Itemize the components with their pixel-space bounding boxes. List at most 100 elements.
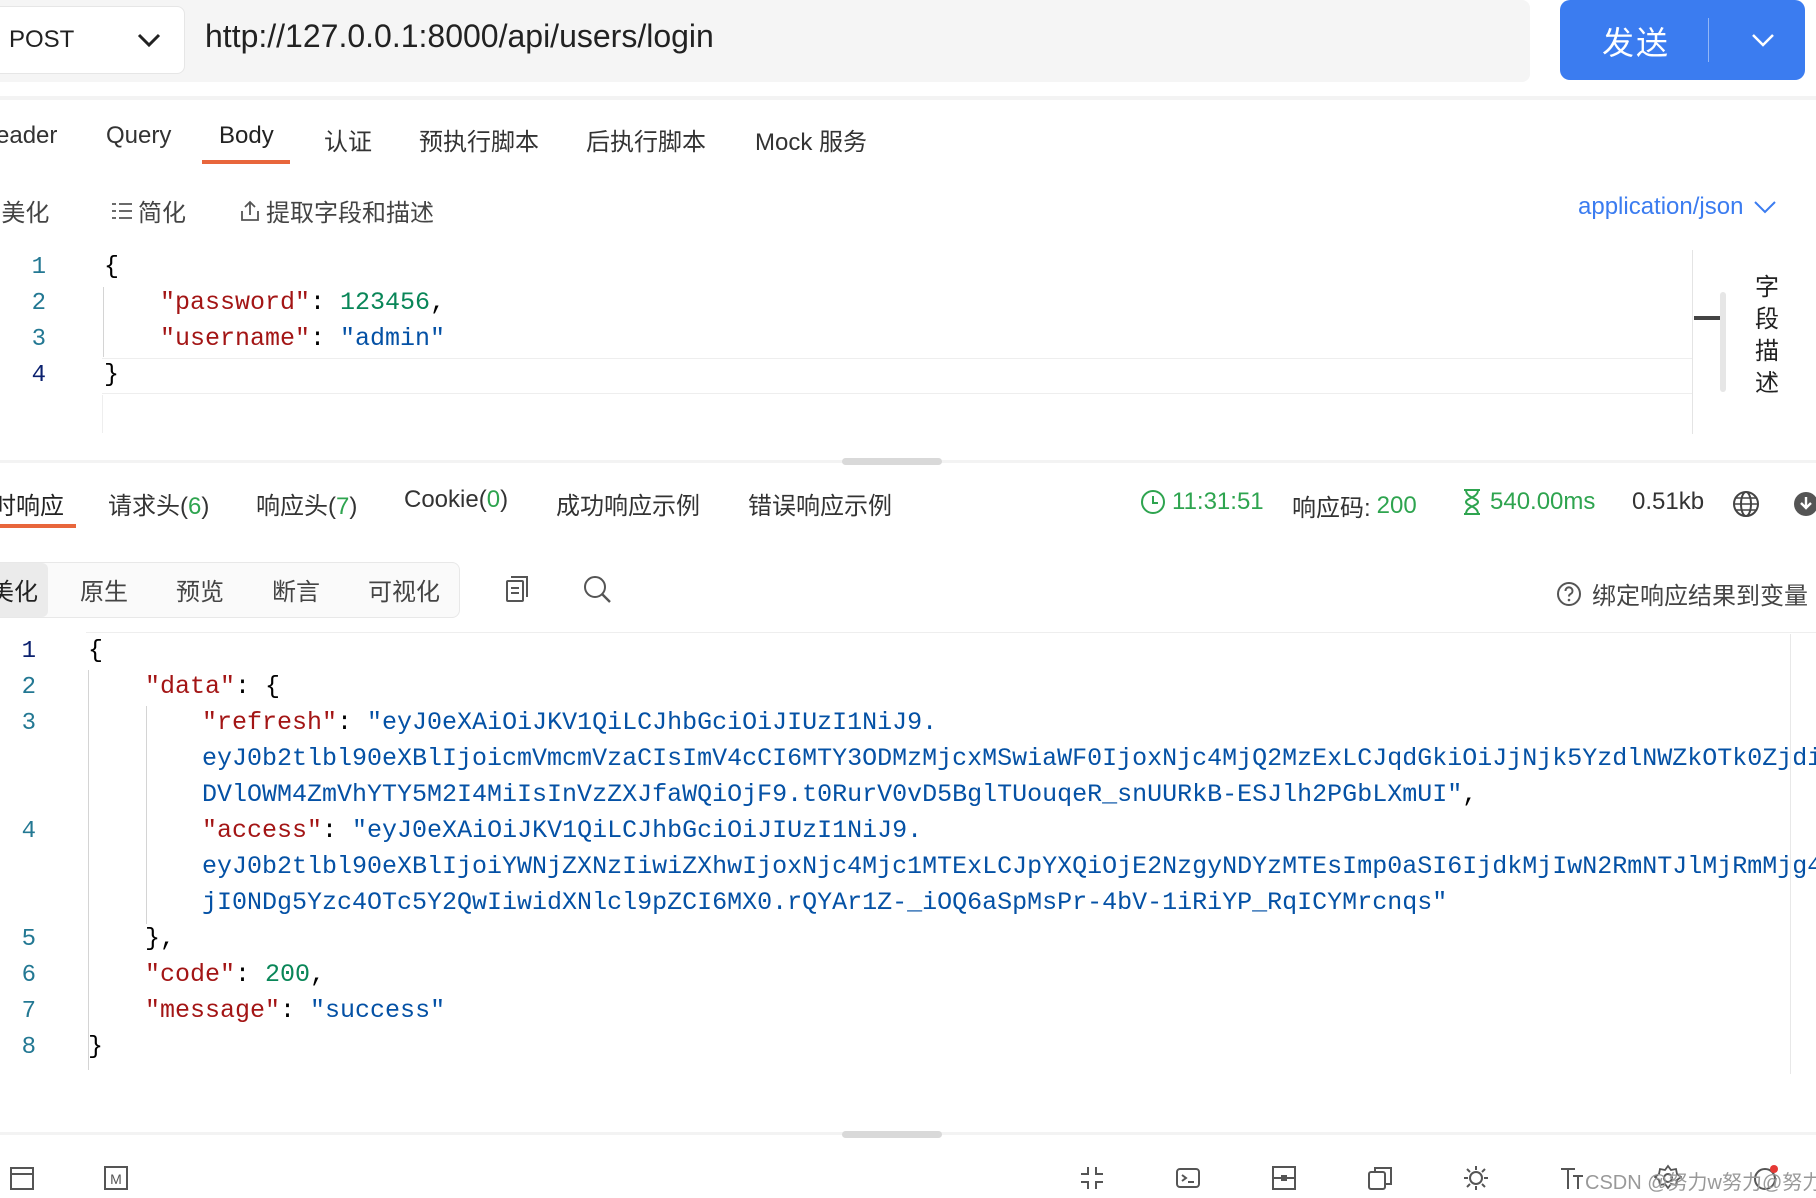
line-number: 6	[21, 962, 36, 989]
current-line-highlight	[102, 358, 1692, 394]
json-brace: }	[88, 1032, 104, 1061]
markdown-icon[interactable]: M	[102, 1164, 130, 1192]
field-description-panel-toggle[interactable]: 字 段 描 述	[1752, 272, 1782, 400]
line-number: 3	[31, 326, 46, 353]
tab-header[interactable]: eader	[0, 122, 57, 150]
json-brace: {	[88, 636, 104, 665]
divider	[0, 96, 1816, 100]
json-string: "admin"	[340, 324, 446, 353]
response-size: 0.51kb	[1632, 488, 1705, 515]
globe-icon[interactable]	[1732, 490, 1760, 518]
font-size-icon[interactable]	[1558, 1164, 1586, 1192]
view-mode-assert[interactable]: 断言	[272, 572, 320, 607]
tab-pre-script[interactable]: 预执行脚本	[419, 122, 539, 157]
code-line[interactable]: "access": "eyJ0eXAiOiJKV1QiLCJhbGciOiJIU…	[202, 816, 922, 845]
count-badge: 6	[188, 493, 202, 520]
code-line[interactable]: }	[104, 360, 119, 389]
code-line-wrapped[interactable]: eyJ0b2tlbl90eXBlIjoicmVmcmVzaCIsImV4cCI6…	[202, 744, 1816, 773]
tab-error-example[interactable]: 错误响应示例	[748, 486, 892, 521]
view-mode-visualize[interactable]: 可视化	[368, 572, 440, 607]
view-mode-preview[interactable]: 预览	[176, 572, 224, 607]
simplify-button[interactable]: 简化	[110, 193, 186, 228]
tab-actual-response[interactable]: 时响应	[0, 486, 64, 521]
code-line[interactable]: "code": 200,	[145, 960, 325, 989]
status-label: 响应码:	[1292, 495, 1371, 522]
view-mode-beautify[interactable]: 美化	[0, 572, 38, 607]
content-type-label: application/json	[1578, 193, 1744, 220]
search-icon[interactable]	[582, 574, 612, 604]
editor-gutter-line	[102, 395, 103, 433]
minimap-indicator	[1694, 316, 1720, 320]
chevron-down-icon[interactable]	[1750, 32, 1776, 48]
view-mode-raw[interactable]: 原生	[80, 572, 128, 607]
response-time: 11:31:51	[1140, 488, 1264, 516]
code-line[interactable]: "message": "success"	[145, 996, 445, 1025]
url-input[interactable]: http://127.0.0.1:8000/api/users/login	[205, 18, 714, 55]
code-line[interactable]: {	[104, 252, 119, 281]
json-string: "eyJ0eXAiOiJKV1QiLCJhbGciOiJIUzI1NiJ9.	[367, 708, 938, 737]
code-line[interactable]: },	[145, 924, 175, 953]
bind-response-label: 绑定响应结果到变量	[1592, 583, 1808, 610]
tab-response-headers[interactable]: 响应头(7)	[256, 486, 357, 521]
code-line[interactable]: "password": 123456,	[160, 288, 445, 317]
line-number: 5	[21, 926, 36, 953]
line-number: 7	[21, 998, 36, 1025]
compress-icon[interactable]	[1078, 1164, 1106, 1192]
tab-auth[interactable]: 认证	[324, 122, 372, 157]
tab-post-script[interactable]: 后执行脚本	[586, 122, 706, 157]
json-string: DVlOWM4ZmVhYTY5M2I4MiIsInVzZXJfaWQiOjF9.…	[202, 780, 1463, 809]
panel-icon[interactable]	[8, 1164, 36, 1192]
line-number: 2	[21, 674, 36, 701]
extract-label: 提取字段和描述	[266, 200, 434, 227]
code-line-wrapped[interactable]: eyJ0b2tlbl90eXBlIjoiYWNjZXNzIiwiZXhwIjox…	[202, 852, 1816, 881]
beautify-button[interactable]: ⁄ 美化	[0, 193, 49, 228]
content-type-select[interactable]: application/json	[1578, 193, 1777, 221]
tab-label: 请求头(	[108, 493, 188, 520]
indent-guide	[88, 670, 89, 1070]
watermark: CSDN @努力w努力@努力	[1585, 1172, 1816, 1194]
tab-body[interactable]: Body	[219, 122, 274, 150]
line-number: 8	[21, 1034, 36, 1061]
code-line[interactable]: }	[88, 1032, 103, 1061]
minimap-border	[1692, 250, 1693, 434]
copy-window-icon[interactable]	[1366, 1164, 1394, 1192]
tab-request-headers[interactable]: 请求头(6)	[108, 486, 209, 521]
copy-icon[interactable]	[502, 574, 532, 604]
send-button[interactable]: 发送	[1560, 0, 1805, 80]
field-desc-char: 字	[1755, 274, 1779, 301]
line-number: 4	[31, 362, 46, 389]
json-string: "eyJ0eXAiOiJKV1QiLCJhbGciOiJIUzI1NiJ9.	[352, 816, 923, 845]
code-line[interactable]: "data": {	[145, 672, 280, 701]
code-line-wrapped[interactable]: DVlOWM4ZmVhYTY5M2I4MiIsInVzZXJfaWQiOjF9.…	[202, 780, 1477, 809]
clock-icon	[1141, 490, 1165, 514]
code-line[interactable]: {	[88, 636, 103, 665]
resize-handle[interactable]	[842, 1131, 942, 1138]
layout-icon[interactable]	[1270, 1164, 1298, 1192]
tab-cookie[interactable]: Cookie(0)	[404, 486, 508, 514]
method-select[interactable]: POST	[0, 6, 185, 74]
chevron-down-icon	[1754, 201, 1777, 214]
send-button-label: 发送	[1602, 25, 1671, 61]
terminal-icon[interactable]	[1174, 1164, 1202, 1192]
code-line[interactable]: "refresh": "eyJ0eXAiOiJKV1QiLCJhbGciOiJI…	[202, 708, 937, 737]
tab-mock-service[interactable]: Mock 服务	[755, 122, 867, 157]
field-desc-char: 段	[1755, 306, 1779, 333]
status-code-value: 200	[1376, 491, 1417, 519]
tab-success-example[interactable]: 成功响应示例	[556, 486, 700, 521]
sun-icon[interactable]	[1462, 1164, 1490, 1192]
tab-query[interactable]: Query	[106, 122, 171, 150]
code-line-wrapped[interactable]: jI0NDg5Yzc4OTc5Y2QwIiwidXNlcl9pZCI6MX0.r…	[202, 888, 1447, 917]
json-brace: {	[104, 252, 120, 281]
bind-response-to-variable[interactable]: 绑定响应结果到变量	[1556, 576, 1808, 611]
status-code: 响应码: 200	[1292, 488, 1417, 523]
extract-fields-button[interactable]: 提取字段和描述	[238, 193, 434, 228]
code-line[interactable]: "username": "admin"	[160, 324, 445, 353]
tab-label-close: )	[349, 493, 358, 520]
scrollbar[interactable]	[1720, 292, 1726, 392]
resize-handle[interactable]	[842, 458, 942, 465]
tab-label: 响应头(	[256, 493, 336, 520]
indent-guide	[103, 287, 104, 357]
json-brace: }	[104, 360, 120, 389]
download-icon[interactable]	[1792, 490, 1816, 518]
line-number: 1	[31, 254, 46, 281]
